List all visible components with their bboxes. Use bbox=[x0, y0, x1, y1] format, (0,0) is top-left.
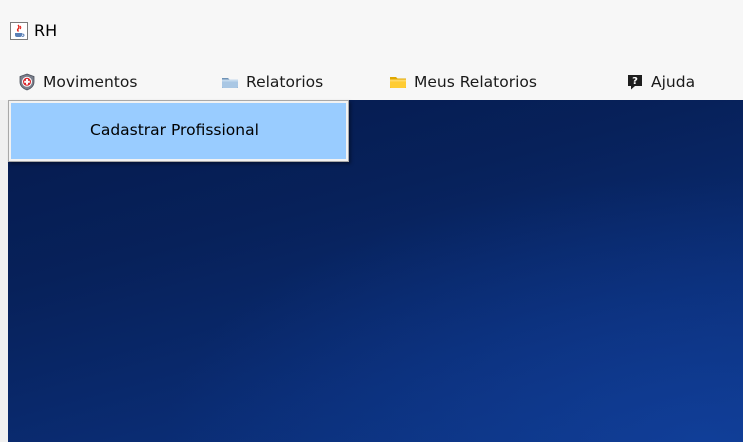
title-bar[interactable]: RH bbox=[0, 0, 743, 64]
menu-ajuda[interactable]: ? Ajuda bbox=[626, 64, 695, 100]
menu-relatorios-label: Relatorios bbox=[246, 73, 324, 91]
app-window: RH Movimentos Relatorios Meus Relatorios… bbox=[0, 0, 743, 442]
window-title: RH bbox=[34, 21, 58, 40]
svg-text:?: ? bbox=[632, 76, 638, 87]
java-cup-icon bbox=[10, 22, 28, 40]
menu-item-cadastrar-profissional[interactable]: Cadastrar Profissional bbox=[11, 103, 346, 159]
help-question-icon: ? bbox=[626, 73, 644, 91]
movimentos-dropdown: Cadastrar Profissional bbox=[8, 100, 349, 162]
menu-bar: Movimentos Relatorios Meus Relatorios ? … bbox=[0, 64, 743, 100]
menu-meus-relatorios-label: Meus Relatorios bbox=[414, 73, 537, 91]
window-left-border bbox=[0, 100, 8, 442]
menu-movimentos-label: Movimentos bbox=[43, 73, 138, 91]
menu-movimentos[interactable]: Movimentos bbox=[18, 64, 137, 100]
menu-meus-relatorios[interactable]: Meus Relatorios bbox=[389, 64, 537, 100]
menu-relatorios[interactable]: Relatorios bbox=[221, 64, 323, 100]
folder-yellow-icon bbox=[389, 73, 407, 91]
menu-item-cadastrar-profissional-label: Cadastrar Profissional bbox=[90, 121, 259, 139]
folder-blue-icon bbox=[221, 73, 239, 91]
shield-red-cross-icon bbox=[18, 73, 36, 91]
menu-ajuda-label: Ajuda bbox=[651, 73, 696, 91]
